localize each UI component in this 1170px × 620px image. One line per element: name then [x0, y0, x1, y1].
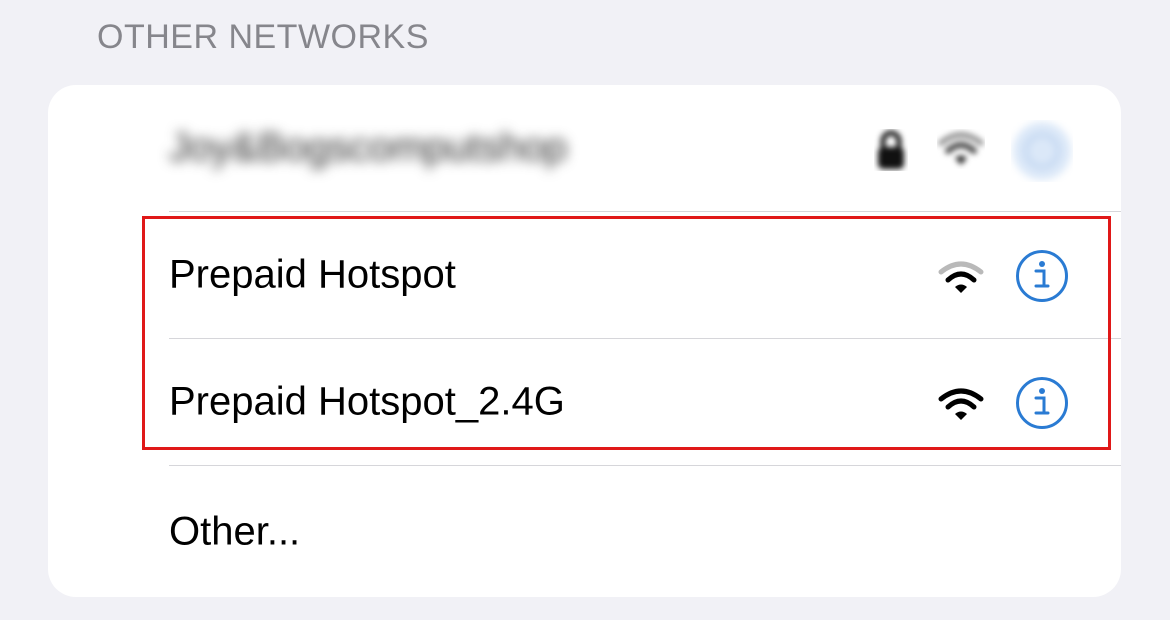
network-name: Joy&Bogscomputshop	[169, 125, 568, 170]
networks-list: Joy&Bogscomputshop Prepaid Hotspot Prepa…	[48, 85, 1121, 597]
wifi-icon	[938, 261, 984, 293]
wifi-icon	[938, 388, 984, 420]
network-name: Prepaid Hotspot	[169, 252, 456, 297]
info-icon[interactable]	[1015, 249, 1069, 303]
lock-icon	[878, 130, 904, 169]
network-row[interactable]: Prepaid Hotspot	[48, 212, 1121, 338]
network-name: Prepaid Hotspot_2.4G	[169, 379, 565, 424]
section-header: OTHER NETWORKS	[97, 18, 429, 56]
info-icon[interactable]	[1015, 376, 1069, 430]
info-icon[interactable]	[1011, 120, 1073, 182]
network-row[interactable]: Prepaid Hotspot_2.4G	[48, 339, 1121, 465]
other-label: Other...	[169, 509, 301, 553]
network-row[interactable]: Joy&Bogscomputshop	[48, 85, 1121, 211]
wifi-icon	[938, 132, 984, 165]
other-network-row[interactable]: Other...	[48, 466, 1121, 597]
